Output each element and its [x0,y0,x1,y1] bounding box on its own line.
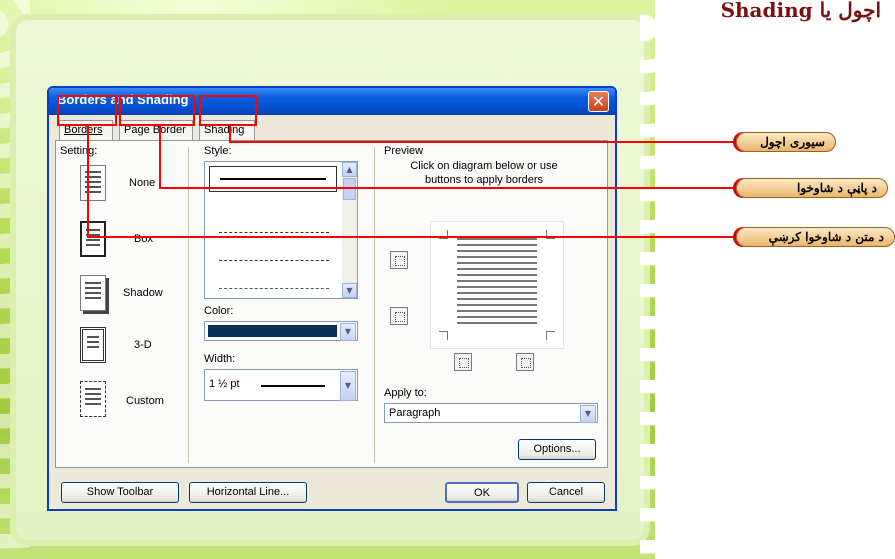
borders-tab-panel: Setting: None Box Shadow 3-D Custom Styl… [55,140,608,468]
setting-custom-label[interactable]: Custom [126,395,164,407]
scroll-down-icon[interactable]: ▼ [342,283,357,298]
connector-borders-horizontal [87,236,736,238]
highlight-shading-tab [199,95,257,126]
color-label: Color: [204,305,234,317]
style-dashdot-line[interactable] [219,288,329,289]
ok-button[interactable]: OK [445,482,519,503]
chevron-down-icon[interactable]: ▼ [580,405,596,423]
divider-1 [188,147,189,463]
color-dropdown[interactable]: ▼ [204,321,358,341]
connector-borders-vertical [87,125,89,238]
style-listbox[interactable]: ▲ ▼ [204,161,358,299]
style-scrollbar[interactable]: ▲ ▼ [342,162,357,298]
width-dropdown[interactable]: 1 ½ pt ▼ [204,369,358,401]
horizontal-line-button[interactable]: Horizontal Line... [189,482,307,503]
callout-shading: سيورى اچول [736,132,836,152]
setting-none-label[interactable]: None [129,177,155,189]
color-swatch [208,325,337,337]
setting-3d-icon[interactable] [80,327,106,363]
divider-2 [374,147,375,463]
bottom-border-button[interactable] [390,307,408,325]
scroll-up-icon[interactable]: ▲ [342,162,357,177]
borders-and-shading-dialog: Borders and Shading ✕ Borders Page Borde… [47,86,617,511]
highlight-page-border-tab [119,95,195,126]
scroll-thumb[interactable] [343,178,356,200]
setting-shadow-icon[interactable] [80,275,106,311]
callout-borders: د متن د شاوخوا كرښې [736,227,895,247]
setting-custom-icon[interactable] [80,381,106,417]
highlight-borders-tab [57,95,117,126]
setting-none-icon[interactable] [80,165,106,201]
setting-box-label[interactable]: Box [134,233,153,245]
slide-title: اچول يا Shading [720,0,881,22]
connector-shading-horizontal [229,141,736,143]
right-border-button[interactable] [516,353,534,371]
connector-shading-vertical [229,125,231,142]
apply-to-dropdown[interactable]: Paragraph ▼ [384,403,598,423]
show-toolbar-button[interactable]: Show Toolbar [61,482,179,503]
style-label: Style: [204,145,232,157]
width-value: 1 ½ pt [209,378,240,390]
apply-to-label: Apply to: [384,387,427,399]
setting-shadow-label[interactable]: Shadow [123,287,163,299]
style-dashed-line[interactable] [219,260,329,261]
left-border-button[interactable] [454,353,472,371]
setting-box-icon[interactable] [80,221,106,257]
connector-page-border-vertical [159,125,161,189]
cancel-button[interactable]: Cancel [527,482,605,503]
preview-text-lines [457,238,537,328]
width-sample-line [261,385,325,387]
close-button[interactable]: ✕ [588,91,609,112]
chevron-down-icon[interactable]: ▼ [340,371,356,401]
chevron-down-icon[interactable]: ▼ [340,323,356,341]
connector-page-border-horizontal [159,187,736,189]
callout-page-border: د پاڼې د شاوخوا [736,178,888,198]
preview-label: Preview [384,145,424,157]
setting-label: Setting: [60,145,98,157]
preview-diagram[interactable] [430,221,564,349]
width-label: Width: [204,353,236,365]
options-button[interactable]: Options... [518,439,596,460]
apply-to-value: Paragraph [389,407,441,419]
scalloped-edge [640,0,670,559]
close-icon: ✕ [591,92,606,111]
top-border-button[interactable] [390,251,408,269]
style-dotted-line[interactable] [219,232,329,233]
preview-instruction: Click on diagram below or use buttons to… [410,160,558,186]
setting-3d-label[interactable]: 3-D [134,339,152,351]
